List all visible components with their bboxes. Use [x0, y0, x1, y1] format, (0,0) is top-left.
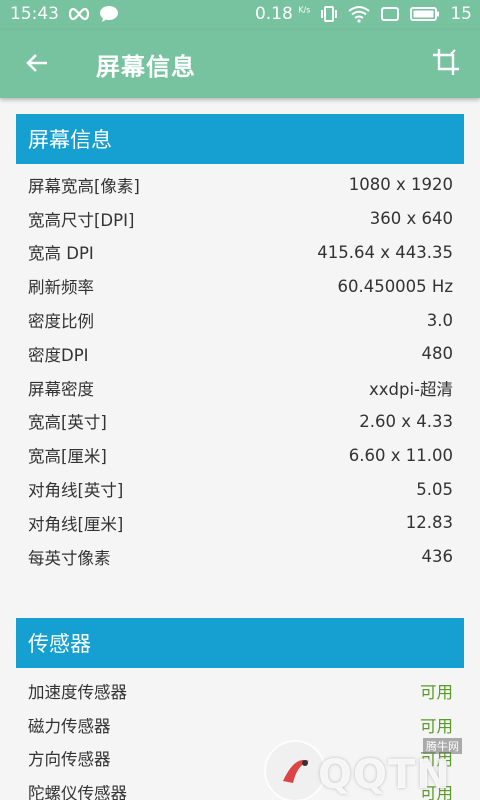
- row-label: 宽高[厘米]: [28, 447, 107, 467]
- row-label: 宽高 DPI: [28, 244, 94, 264]
- list-item: 对角线[厘米] 12.83: [16, 506, 464, 540]
- list-item: 宽高[厘米] 6.60 x 11.00: [16, 438, 464, 472]
- section-header-screen: 屏幕信息: [16, 114, 464, 164]
- list-item: 密度DPI 480: [16, 337, 464, 371]
- watermark-logo-icon: [266, 742, 324, 800]
- list-item: 刷新频率 60.450005 Hz: [16, 269, 464, 303]
- wifi-icon: [348, 4, 370, 24]
- battery-percent: 15: [450, 4, 472, 24]
- watermark-text: QQTN: [318, 752, 451, 798]
- status-value: 可用: [420, 682, 453, 702]
- row-label: 密度比例: [28, 312, 94, 332]
- row-label: 方向传感器: [28, 750, 111, 770]
- network-speed-unit: K/s: [298, 5, 311, 15]
- row-value: xxdpi-超清: [368, 379, 453, 399]
- screen-info-list: 屏幕宽高[像素] 1080 x 1920 宽高尺寸[DPI] 360 x 640 宽…: [16, 164, 464, 574]
- row-value: 12.83: [405, 513, 453, 533]
- list-item: 宽高[英寸] 2.60 x 4.33: [16, 405, 464, 439]
- arrow-left-icon: [25, 52, 49, 78]
- row-value: 5.05: [416, 479, 453, 499]
- row-value: 415.64 x 443.35: [317, 242, 453, 262]
- infinity-icon: [67, 4, 91, 24]
- crop-icon: [431, 47, 461, 81]
- list-item: 宽高尺寸[DPI] 360 x 640: [16, 202, 464, 236]
- crop-button[interactable]: [428, 46, 464, 82]
- screen-icon: [380, 4, 400, 24]
- network-speed-value: 0.18: [254, 4, 293, 24]
- status-time: 15:43: [10, 4, 59, 24]
- watermark: QQTN 腾牛网: [266, 738, 476, 800]
- app-bar: 屏幕信息: [0, 30, 480, 98]
- list-item: 磁力传感器 可用: [16, 708, 464, 742]
- list-item: 宽高 DPI 415.64 x 443.35: [16, 236, 464, 270]
- section-header-sensor: 传感器: [16, 618, 464, 668]
- row-label: 屏幕密度: [28, 379, 94, 399]
- network-speed: 0.18 K/s: [255, 4, 310, 24]
- watermark-small-text: 腾牛网: [423, 738, 462, 754]
- row-value: 480: [421, 344, 454, 364]
- list-item: 加速度传感器 可用: [16, 674, 464, 708]
- status-value: 可用: [420, 716, 453, 736]
- row-label: 宽高[英寸]: [28, 413, 107, 433]
- back-button[interactable]: [20, 48, 54, 82]
- list-item: 屏幕密度 xxdpi-超清: [16, 371, 464, 405]
- list-item: 屏幕宽高[像素] 1080 x 1920: [16, 168, 464, 202]
- list-item: 每英寸像素 436: [16, 540, 464, 574]
- row-label: 加速度传感器: [28, 682, 127, 702]
- row-label: 屏幕宽高[像素]: [28, 176, 140, 196]
- row-label: 磁力传感器: [28, 716, 111, 736]
- screen-info-section: 屏幕信息 屏幕宽高[像素] 1080 x 1920 宽高尺寸[DPI] 360 x …: [16, 114, 464, 574]
- battery-icon: [410, 4, 440, 24]
- row-value: 1080 x 1920: [348, 175, 453, 195]
- vibrate-icon: [320, 4, 338, 24]
- row-value: 360 x 640: [369, 209, 453, 229]
- row-label: 每英寸像素: [28, 548, 111, 568]
- row-value: 60.450005 Hz: [337, 276, 453, 296]
- row-label: 刷新频率: [28, 278, 94, 298]
- list-item: 对角线[英寸] 5.05: [16, 472, 464, 506]
- row-label: 密度DPI: [28, 345, 89, 365]
- status-bar: 15:43 0.18 K/s 15: [0, 0, 480, 30]
- row-value: 436: [421, 547, 454, 567]
- row-label: 对角线[英寸]: [28, 481, 124, 501]
- row-label: 宽高尺寸[DPI]: [28, 210, 135, 230]
- row-label: 对角线[厘米]: [28, 514, 124, 534]
- row-value: 2.60 x 4.33: [359, 411, 453, 431]
- row-value: 6.60 x 11.00: [348, 445, 453, 465]
- list-item: 密度比例 3.0: [16, 303, 464, 337]
- row-value: 3.0: [426, 310, 453, 330]
- row-label: 陀螺仪传感器: [28, 784, 127, 800]
- chat-bubble-icon: [99, 4, 119, 24]
- page-title: 屏幕信息: [96, 53, 196, 81]
